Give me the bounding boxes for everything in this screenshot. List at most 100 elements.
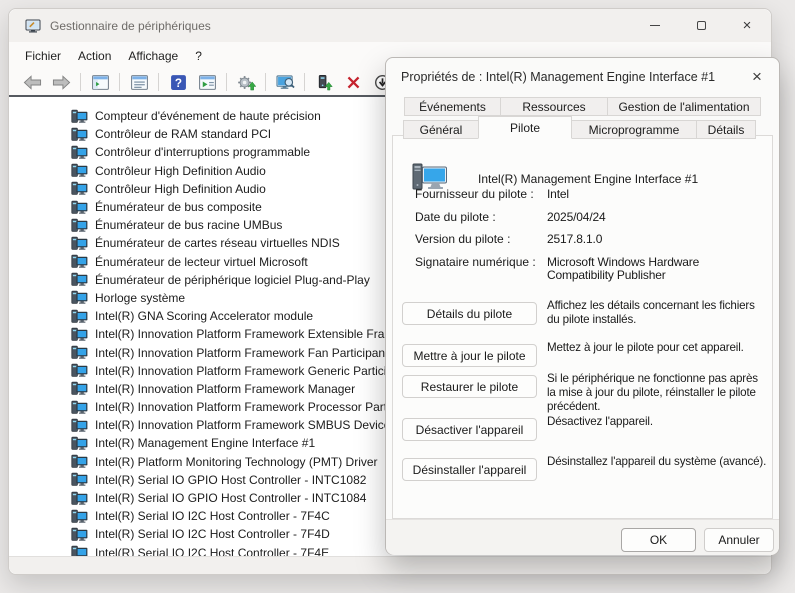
device-icon bbox=[71, 509, 88, 524]
device-label: Énumérateur de périphérique logiciel Plu… bbox=[95, 273, 370, 287]
uninstall-device-icon bbox=[344, 74, 363, 91]
maximize-button[interactable] bbox=[678, 9, 724, 42]
forward-arrow-button[interactable] bbox=[48, 70, 74, 94]
device-label: Intel(R) Serial IO GPIO Host Controller … bbox=[95, 491, 366, 505]
device-label: Intel(R) Innovation Platform Framework E… bbox=[95, 327, 426, 341]
tab-row-front: GénéralPiloteMicroprogrammeDétails bbox=[403, 116, 755, 139]
tab-ressources[interactable]: Ressources bbox=[500, 97, 608, 116]
toolbar-separator bbox=[80, 73, 81, 91]
update-driver-icon bbox=[237, 74, 256, 91]
tab-pilote[interactable]: Pilote bbox=[478, 116, 572, 139]
device-label: Intel(R) Innovation Platform Framework M… bbox=[95, 382, 355, 396]
desktop: { "window": { "title": "Gestionnaire de … bbox=[0, 0, 795, 593]
action-description: Affichez les détails concernant les fich… bbox=[547, 299, 769, 327]
close-icon: × bbox=[743, 18, 752, 33]
device-icon bbox=[71, 327, 88, 342]
device-label: Contrôleur d'interruptions programmable bbox=[95, 145, 310, 159]
properties-button[interactable] bbox=[126, 70, 152, 94]
menu-fichier[interactable]: Fichier bbox=[25, 49, 61, 63]
device-icon bbox=[71, 181, 88, 196]
toolbar-separator bbox=[119, 73, 120, 91]
device-label: Énumérateur de cartes réseau virtuelles … bbox=[95, 236, 340, 250]
properties-dialog: Propriétés de : Intel(R) Management Engi… bbox=[385, 57, 780, 555]
device-label: Intel(R) Innovation Platform Framework G… bbox=[95, 364, 410, 378]
device-label: Intel(R) Serial IO GPIO Host Controller … bbox=[95, 473, 366, 487]
tab-details[interactable]: Détails bbox=[696, 120, 756, 139]
dialog-close-button[interactable]: × bbox=[741, 62, 773, 92]
close-button[interactable]: × bbox=[724, 9, 770, 42]
device-icon bbox=[71, 491, 88, 506]
scan-hardware-icon bbox=[276, 74, 295, 91]
device-label: Intel(R) Platform Monitoring Technology … bbox=[95, 455, 378, 469]
device-icon bbox=[71, 363, 88, 378]
device-icon bbox=[71, 290, 88, 305]
show-window-button[interactable] bbox=[194, 70, 220, 94]
mettre-a-jour-le-pilote-button[interactable]: Mettre à jour le pilote bbox=[402, 344, 537, 367]
window-controls: × bbox=[632, 9, 770, 42]
device-icon bbox=[71, 472, 88, 487]
device-label: Intel(R) Serial IO I2C Host Controller -… bbox=[95, 509, 330, 523]
action-description: Mettez à jour le pilote pour cet apparei… bbox=[547, 341, 769, 355]
titlebar[interactable]: Gestionnaire de périphériques × bbox=[9, 9, 771, 42]
device-label: Intel(R) Innovation Platform Framework S… bbox=[95, 418, 390, 432]
show-window-icon bbox=[198, 74, 217, 91]
action-description: Si le périphérique ne fonctionne pas apr… bbox=[547, 372, 769, 414]
uninstall-device-button[interactable] bbox=[340, 70, 366, 94]
device-label: Horloge système bbox=[95, 291, 185, 305]
maximize-icon bbox=[697, 21, 706, 30]
toolbar-separator bbox=[304, 73, 305, 91]
cancel-button[interactable]: Annuler bbox=[704, 528, 774, 552]
driver-actions: Détails du pilote Affichez les détails co… bbox=[393, 136, 772, 518]
toolbar-separator bbox=[265, 73, 266, 91]
dialog-titlebar[interactable]: Propriétés de : Intel(R) Management Engi… bbox=[386, 58, 779, 96]
device-icon bbox=[71, 436, 88, 451]
device-label: Intel(R) Management Engine Interface #1 bbox=[95, 436, 315, 450]
device-icon bbox=[71, 236, 88, 251]
menu-affichage[interactable]: Affichage bbox=[128, 49, 178, 63]
device-icon bbox=[71, 381, 88, 396]
tab-evenements[interactable]: Événements bbox=[404, 97, 501, 116]
device-icon bbox=[71, 163, 88, 178]
toolbar-separator bbox=[158, 73, 159, 91]
device-label: Énumérateur de bus composite bbox=[95, 200, 262, 214]
minimize-button[interactable] bbox=[632, 9, 678, 42]
help-icon bbox=[169, 74, 188, 91]
device-label: Compteur d'événement de haute précision bbox=[95, 109, 321, 123]
details-du-pilote-button[interactable]: Détails du pilote bbox=[402, 302, 537, 325]
device-label: Intel(R) Innovation Platform Framework F… bbox=[95, 346, 388, 360]
forward-arrow-icon bbox=[52, 74, 71, 91]
tab-gestion-de-l-alimentation[interactable]: Gestion de l'alimentation bbox=[607, 97, 761, 116]
tab-row-back: ÉvénementsRessourcesGestion de l'aliment… bbox=[404, 97, 760, 116]
properties-icon bbox=[130, 74, 149, 91]
desactiver-l-appareil-button[interactable]: Désactiver l'appareil bbox=[402, 418, 537, 441]
device-icon bbox=[71, 272, 88, 287]
help-button[interactable] bbox=[165, 70, 191, 94]
enable-device-button[interactable] bbox=[311, 70, 337, 94]
device-icon bbox=[71, 218, 88, 233]
scan-hardware-button[interactable] bbox=[272, 70, 298, 94]
device-icon bbox=[71, 145, 88, 160]
ok-button[interactable]: OK bbox=[621, 528, 696, 552]
console-tree-button[interactable] bbox=[87, 70, 113, 94]
tab-microprogramme[interactable]: Microprogramme bbox=[571, 120, 697, 139]
close-icon: × bbox=[752, 67, 762, 87]
status-bar bbox=[9, 556, 771, 574]
update-driver-button[interactable] bbox=[233, 70, 259, 94]
device-label: Intel(R) Serial IO I2C Host Controller -… bbox=[95, 527, 330, 541]
device-label: Intel(R) Innovation Platform Framework P… bbox=[95, 400, 422, 414]
device-icon bbox=[71, 309, 88, 324]
device-icon bbox=[71, 454, 88, 469]
back-arrow-button[interactable] bbox=[19, 70, 45, 94]
dialog-title: Propriétés de : Intel(R) Management Engi… bbox=[401, 70, 715, 84]
minimize-icon bbox=[650, 25, 660, 26]
menu-help[interactable]: ? bbox=[195, 49, 202, 63]
device-label: Contrôleur de RAM standard PCI bbox=[95, 127, 271, 141]
console-tree-icon bbox=[91, 74, 110, 91]
menu-action[interactable]: Action bbox=[78, 49, 111, 63]
action-description: Désactivez l'appareil. bbox=[547, 415, 769, 429]
tab-general[interactable]: Général bbox=[403, 120, 479, 139]
device-icon bbox=[71, 345, 88, 360]
device-icon bbox=[71, 254, 88, 269]
restaurer-le-pilote-button[interactable]: Restaurer le pilote bbox=[402, 375, 537, 398]
desinstaller-l-appareil-button[interactable]: Désinstaller l'appareil bbox=[402, 458, 537, 481]
